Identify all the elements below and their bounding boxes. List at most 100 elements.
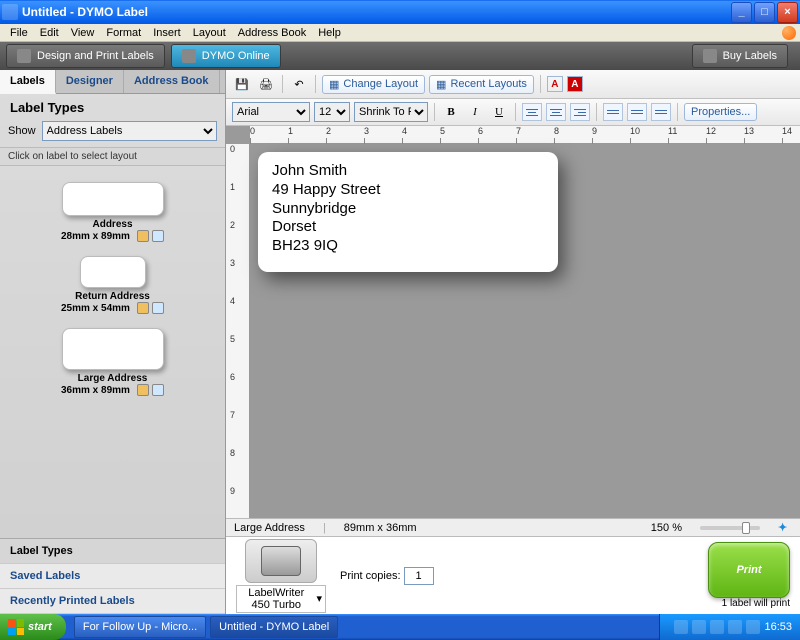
font-size-select[interactable]: 12: [314, 102, 350, 122]
status-label-type: Large Address: [234, 522, 305, 534]
highlight-button[interactable]: A: [567, 76, 583, 92]
window-title: Untitled - DYMO Label: [22, 5, 729, 19]
align-left-button[interactable]: [522, 103, 542, 121]
recent-layouts-button[interactable]: ▦ Recent Layouts: [429, 75, 534, 94]
tray-icon[interactable]: [674, 620, 688, 634]
print-icon[interactable]: 🖨: [256, 74, 276, 94]
tab-labels[interactable]: Labels: [0, 70, 56, 94]
format-toolbar: Arial 12 Shrink To Fit B I U Properties.…: [226, 99, 800, 126]
sidebar-heading: Label Types: [0, 94, 225, 119]
layout-return-address[interactable]: Return Address 25mm x 54mm: [0, 256, 225, 314]
menu-format[interactable]: Format: [100, 26, 147, 40]
minimize-button[interactable]: _: [731, 2, 752, 23]
valign-top-button[interactable]: [603, 103, 623, 121]
print-info: 1 label will print: [708, 598, 790, 609]
chevron-down-icon: ▾: [316, 592, 322, 605]
start-button[interactable]: start: [0, 614, 66, 640]
info-icon[interactable]: [137, 230, 149, 242]
zoom-slider[interactable]: [700, 526, 760, 530]
menu-addressbook[interactable]: Address Book: [232, 26, 312, 40]
layout-list: Address 28mm x 89mm Return Address 25mm …: [0, 166, 225, 538]
info-icon[interactable]: [137, 302, 149, 314]
ruler-vertical: 01234567891011: [226, 144, 250, 518]
design-print-button[interactable]: Design and Print Labels: [6, 44, 165, 68]
canvas[interactable]: John Smith 49 Happy Street Sunnybridge D…: [250, 144, 800, 518]
label-line: John Smith: [272, 162, 544, 181]
footer-saved-labels[interactable]: Saved Labels: [0, 564, 225, 589]
close-button[interactable]: ×: [777, 2, 798, 23]
layout-icon: ▦: [329, 78, 339, 91]
label-preview[interactable]: John Smith 49 Happy Street Sunnybridge D…: [258, 152, 558, 272]
layout-thumb: [62, 182, 164, 216]
printer-icon: [17, 49, 31, 63]
change-layout-button[interactable]: ▦ Change Layout: [322, 75, 425, 94]
sidebar-footer: Label Types Saved Labels Recently Printe…: [0, 538, 225, 614]
status-label-size: 89mm x 36mm: [344, 522, 417, 534]
layout-thumb: [62, 328, 164, 370]
label-type-select[interactable]: Address Labels: [42, 121, 217, 141]
menubar: File Edit View Format Insert Layout Addr…: [0, 24, 800, 42]
info-icon[interactable]: [137, 384, 149, 396]
layout-large-address[interactable]: Large Address 36mm x 89mm: [0, 328, 225, 396]
editor-toolbar: 💾 🖨 ↶ ▦ Change Layout ▦ Recent Layouts A…: [226, 70, 800, 99]
layout-address[interactable]: Address 28mm x 89mm: [0, 182, 225, 242]
tray-icon[interactable]: [692, 620, 706, 634]
valign-middle-button[interactable]: [627, 103, 647, 121]
align-center-button[interactable]: [546, 103, 566, 121]
label-line: BH23 9IQ: [272, 237, 544, 256]
label-line: 49 Happy Street: [272, 181, 544, 200]
clock-icon: ▦: [436, 78, 446, 91]
footer-recent-labels[interactable]: Recently Printed Labels: [0, 589, 225, 614]
menu-file[interactable]: File: [4, 26, 34, 40]
menu-view[interactable]: View: [65, 26, 101, 40]
tray-icon[interactable]: [728, 620, 742, 634]
text-color-button[interactable]: A: [547, 76, 563, 92]
windows-logo-icon: [8, 619, 24, 635]
menu-edit[interactable]: Edit: [34, 26, 65, 40]
grid-icon[interactable]: [152, 384, 164, 396]
printer-select[interactable]: LabelWriter 450 Turbo ▾: [236, 585, 326, 613]
save-icon[interactable]: 💾: [232, 74, 252, 94]
italic-button[interactable]: I: [465, 103, 485, 121]
menu-insert[interactable]: Insert: [147, 26, 187, 40]
ruler-horizontal: 01234567891011121314: [250, 126, 800, 144]
system-tray[interactable]: 16:53: [659, 614, 800, 640]
font-select[interactable]: Arial: [232, 102, 310, 122]
taskbar: start For Follow Up - Micro... Untitled …: [0, 614, 800, 640]
bold-button[interactable]: B: [441, 103, 461, 121]
taskbar-item[interactable]: Untitled - DYMO Label: [210, 616, 338, 638]
status-bar: Large Address | 89mm x 36mm 150 % ✦: [226, 518, 800, 536]
globe-icon: [182, 49, 196, 63]
buy-labels-button[interactable]: Buy Labels: [692, 44, 788, 68]
tab-designer[interactable]: Designer: [56, 70, 124, 93]
layout-thumb: [80, 256, 146, 288]
app-toolbar: Design and Print Labels DYMO Online Buy …: [0, 42, 800, 70]
dymo-online-button[interactable]: DYMO Online: [171, 44, 281, 68]
grid-icon[interactable]: [152, 302, 164, 314]
printer-image: [245, 539, 317, 583]
fit-select[interactable]: Shrink To Fit: [354, 102, 428, 122]
underline-button[interactable]: U: [489, 103, 509, 121]
print-button[interactable]: Print: [708, 542, 790, 598]
footer-label-types[interactable]: Label Types: [0, 539, 225, 564]
grid-icon[interactable]: [152, 230, 164, 242]
menu-help[interactable]: Help: [312, 26, 347, 40]
taskbar-item[interactable]: For Follow Up - Micro...: [74, 616, 206, 638]
undo-icon[interactable]: ↶: [289, 74, 309, 94]
clock[interactable]: 16:53: [764, 621, 792, 633]
show-label: Show: [8, 125, 36, 137]
maximize-button[interactable]: □: [754, 2, 775, 23]
editor-area: 💾 🖨 ↶ ▦ Change Layout ▦ Recent Layouts A…: [226, 70, 800, 614]
properties-button[interactable]: Properties...: [684, 103, 757, 121]
help-icon[interactable]: [782, 26, 796, 40]
tab-addressbook[interactable]: Address Book: [124, 70, 220, 93]
fullscreen-icon[interactable]: ✦: [778, 521, 792, 535]
app-icon: [2, 4, 18, 20]
menu-layout[interactable]: Layout: [187, 26, 232, 40]
tray-icon[interactable]: [746, 620, 760, 634]
zoom-value: 150 %: [651, 522, 682, 534]
copies-input[interactable]: [404, 567, 434, 585]
valign-bottom-button[interactable]: [651, 103, 671, 121]
tray-icon[interactable]: [710, 620, 724, 634]
align-right-button[interactable]: [570, 103, 590, 121]
